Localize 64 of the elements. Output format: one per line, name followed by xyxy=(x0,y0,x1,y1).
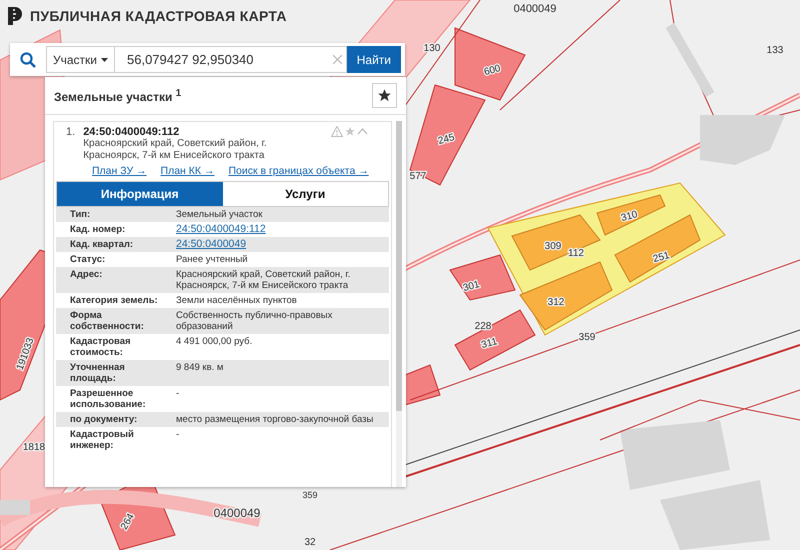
star-icon xyxy=(377,88,392,103)
detail-value: место размещения торгово-закупочной базы xyxy=(176,414,374,425)
caret-icon xyxy=(101,58,108,62)
detail-value: 4 491 000,00 руб. xyxy=(176,336,254,349)
detail-label: Форма собственности: xyxy=(70,310,145,332)
star-icon[interactable] xyxy=(344,126,356,137)
map-label: 311 xyxy=(480,336,498,351)
detail-label: Статус: xyxy=(70,254,106,265)
map-label: 310 xyxy=(620,209,639,224)
detail-value: - xyxy=(176,388,180,401)
parcel-number[interactable]: 24:50:0400049:112 xyxy=(83,126,324,138)
map-label: 32 xyxy=(304,537,316,548)
clear-icon[interactable] xyxy=(332,55,342,64)
detail-label: Разрешенное использование: xyxy=(70,388,147,410)
map-label: 577 xyxy=(410,171,426,182)
map-label: 1818 xyxy=(22,442,46,453)
warning-icon[interactable] xyxy=(331,126,344,137)
detail-value: - xyxy=(176,429,180,442)
map-label: 251 xyxy=(652,250,671,266)
map-label: 133 xyxy=(766,45,784,56)
detail-value: 9 849 кв. м xyxy=(176,362,224,375)
search-box[interactable]: 56,079427 92,950340 xyxy=(115,46,347,73)
detail-value: Земли населённых пунктов xyxy=(176,295,298,306)
link[interactable]: План КК → xyxy=(160,165,214,177)
collapse-icon[interactable] xyxy=(357,126,368,137)
link[interactable]: План ЗУ → xyxy=(92,165,147,177)
map-label: 0400049 xyxy=(214,506,260,520)
search-button[interactable]: Найти xyxy=(346,46,401,73)
detail-label: Тип: xyxy=(70,209,92,220)
detail-label: Кадастровый инженер: xyxy=(70,429,135,451)
scrollbar[interactable] xyxy=(396,121,402,487)
map-label: 264 xyxy=(118,512,137,532)
search-icon[interactable] xyxy=(20,52,36,68)
detail-value: Собственность публично-правовых образований xyxy=(176,310,334,332)
map-label: 301 xyxy=(462,279,481,294)
favorites-button[interactable] xyxy=(372,83,397,108)
item-index: 1. xyxy=(66,126,76,140)
map-label: 359 xyxy=(302,490,318,500)
app-title: ПУБЛИЧНАЯ КАДАСТРОВАЯ КАРТА xyxy=(30,8,287,24)
map-label: 191033 xyxy=(14,336,37,372)
map-label: 600 xyxy=(482,63,502,78)
link[interactable]: Поиск в границах объекта → xyxy=(228,165,369,177)
detail-link[interactable]: 24:50:0400049:112 xyxy=(176,224,383,235)
detail-label: Категория земель: xyxy=(70,295,159,306)
logo-icon xyxy=(8,7,22,25)
detail-link[interactable]: 24:50:0400049 xyxy=(176,239,383,250)
detail-label: по документу: xyxy=(70,414,138,425)
map-label: 112 xyxy=(568,248,584,259)
category-dropdown[interactable]: Участки xyxy=(46,46,115,73)
detail-value: Ранее учтенный xyxy=(176,254,249,265)
parcel-address: Красноярский край, Советский район, г. Красноярск, 7-й км Енисейского тракта xyxy=(83,138,268,162)
map-label: 312 xyxy=(548,297,564,308)
detail-label: Кад. номер: xyxy=(70,224,126,235)
detail-label: Адрес: xyxy=(70,269,104,282)
map-label: 309 xyxy=(544,241,562,252)
detail-label: Кадастровая стоимость: xyxy=(70,336,132,358)
tab[interactable]: Информация xyxy=(57,182,222,206)
map-label: 0400049 xyxy=(514,3,556,15)
detail-value: Красноярский край, Советский район, г. Красноярск, 7-й км Енисейского тракта xyxy=(176,269,352,291)
detail-label: Уточненная площадь: xyxy=(70,362,126,384)
detail-value: Земельный участок xyxy=(176,209,264,220)
detail-label: Кад. квартал: xyxy=(70,239,134,250)
map-label: 245 xyxy=(436,132,456,148)
results-title: Земельные участки $^{1}$ xyxy=(54,88,182,104)
